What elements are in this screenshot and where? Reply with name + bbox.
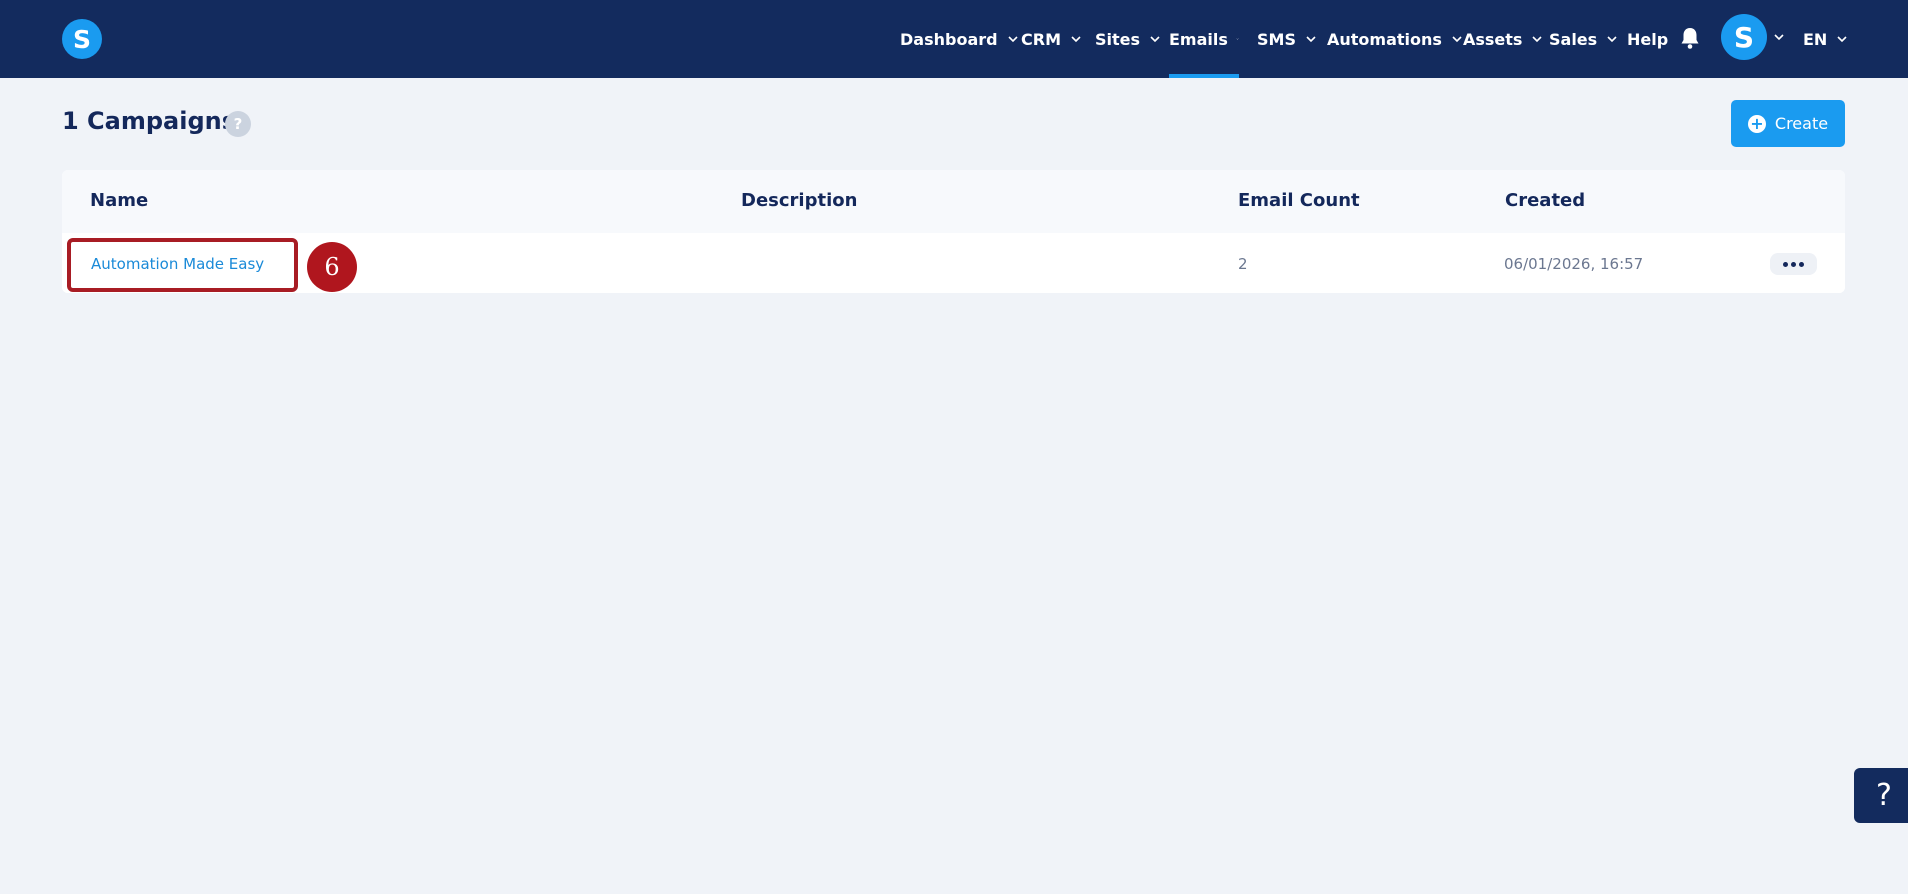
column-header-description[interactable]: Description	[741, 190, 857, 211]
nav-sms-label: SMS	[1257, 29, 1296, 49]
chevron-down-icon	[1150, 36, 1160, 43]
chevron-down-icon	[1532, 36, 1543, 43]
nav-sites[interactable]: Sites	[1095, 0, 1162, 78]
nav-dashboard[interactable]: Dashboard	[900, 0, 1020, 78]
nav-crm[interactable]: CRM	[1021, 0, 1083, 78]
nav-sites-label: Sites	[1095, 29, 1141, 49]
column-header-email-count[interactable]: Email Count	[1238, 190, 1360, 211]
campaign-email-count: 2	[1238, 255, 1248, 273]
brand-logo[interactable]: S	[62, 19, 102, 59]
campaign-name-link[interactable]: Automation Made Easy	[91, 255, 264, 273]
nav-automations-label: Automations	[1327, 29, 1442, 49]
chevron-down-icon	[1306, 36, 1316, 43]
create-button-label: Create	[1774, 114, 1829, 133]
more-horizontal-icon[interactable]	[1770, 253, 1817, 275]
plus-circle-icon: +	[1747, 114, 1766, 133]
dot	[1799, 261, 1804, 267]
column-header-created[interactable]: Created	[1505, 190, 1585, 211]
nav-emails[interactable]: Emails	[1169, 0, 1239, 78]
top-navigation-bar: S Dashboard CRM Sites Emails SMS Automat…	[0, 0, 1908, 78]
dot	[1791, 261, 1796, 267]
question-icon[interactable]: ?	[225, 111, 251, 137]
chevron-down-icon	[1008, 36, 1018, 43]
campaign-created-date: 06/01/2026, 16:57	[1504, 255, 1644, 273]
nav-dashboard-label: Dashboard	[900, 29, 998, 49]
bell-icon[interactable]	[1679, 26, 1701, 50]
chevron-down-icon	[1071, 36, 1081, 43]
nav-sms[interactable]: SMS	[1257, 0, 1318, 78]
language-label: EN	[1803, 29, 1828, 49]
chevron-down-icon	[1607, 36, 1617, 43]
chevron-down-icon	[1837, 36, 1847, 43]
table-header: Name Description Email Count Created	[62, 170, 1845, 233]
nav-automations[interactable]: Automations	[1327, 0, 1464, 78]
dot	[1783, 261, 1788, 267]
nav-assets[interactable]: Assets	[1463, 0, 1544, 78]
support-help-button[interactable]: ?	[1854, 768, 1908, 823]
chevron-down-icon	[1452, 36, 1462, 43]
nav-crm-label: CRM	[1021, 29, 1061, 49]
user-avatar[interactable]: S	[1721, 14, 1767, 60]
nav-assets-label: Assets	[1463, 29, 1523, 49]
chevron-down-icon[interactable]	[1772, 30, 1786, 44]
nav-sales[interactable]: Sales	[1549, 0, 1619, 78]
nav-sales-label: Sales	[1549, 29, 1598, 49]
nav-help-label: Help	[1627, 29, 1669, 49]
language-selector[interactable]: EN	[1803, 0, 1849, 78]
column-header-name[interactable]: Name	[90, 190, 148, 211]
chevron-down-icon	[1236, 38, 1239, 40]
page-title: 1 Campaigns	[62, 107, 237, 135]
step-number-badge: 6	[307, 242, 357, 292]
nav-help[interactable]: Help	[1627, 0, 1668, 78]
create-campaign-button[interactable]: + Create	[1731, 100, 1845, 147]
nav-emails-label: Emails	[1169, 29, 1228, 49]
